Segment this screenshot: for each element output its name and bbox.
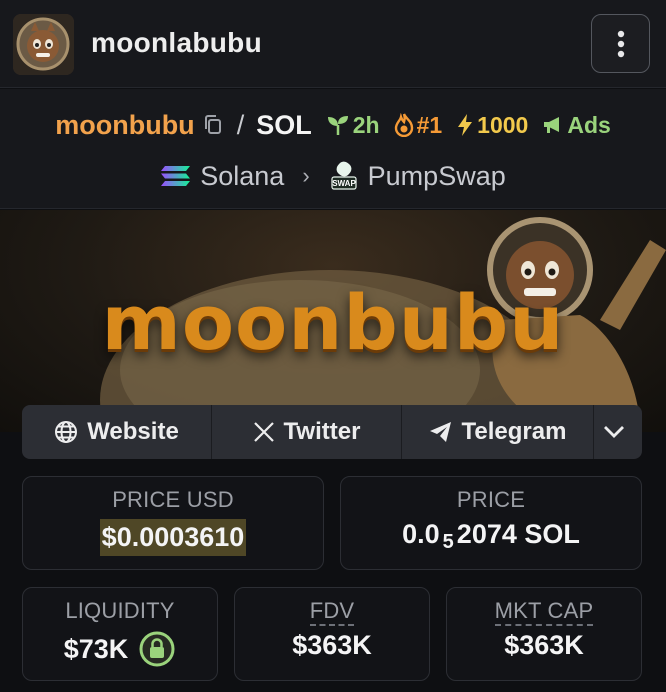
fdv-card: FDV $363K xyxy=(234,587,430,681)
price-usd-label: PRICE USD xyxy=(112,487,234,512)
price-native-label: PRICE xyxy=(456,487,526,512)
pair-age: 2h xyxy=(326,112,380,139)
more-vertical-icon xyxy=(617,30,624,57)
pumpswap-badge-text: SWAP xyxy=(332,179,356,188)
telegram-icon xyxy=(429,422,451,442)
twitter-label: Twitter xyxy=(283,418,361,445)
ads-label: Ads xyxy=(567,111,611,138)
price-native-prefix: 0.0 xyxy=(402,519,440,549)
pair-separator: / xyxy=(236,109,245,140)
social-links-bar: Website Twitter Telegram xyxy=(22,405,642,459)
more-links-button[interactable] xyxy=(594,405,642,459)
price-native-suffix: 2074 SOL xyxy=(456,519,580,549)
avatar[interactable] xyxy=(13,14,74,75)
lock-icon[interactable] xyxy=(138,630,176,668)
mkt-cap-card: MKT CAP $363K xyxy=(446,587,642,681)
copy-icon[interactable] xyxy=(203,114,223,136)
boost-count[interactable]: 1000 xyxy=(456,112,528,139)
token-banner: moonbubu xyxy=(0,210,666,432)
chevron-down-icon xyxy=(603,426,624,438)
pair-age-value: 2h xyxy=(352,111,380,138)
liquidity-value: $73K xyxy=(63,633,129,664)
chevron-right-icon: › xyxy=(302,163,310,188)
liquidity-label: LIQUIDITY xyxy=(65,598,175,623)
pumpswap-icon: SWAP xyxy=(328,161,360,191)
telegram-label: Telegram xyxy=(461,418,567,445)
chain-name[interactable]: Solana xyxy=(200,161,284,192)
flame-icon xyxy=(394,113,413,137)
twitter-button[interactable]: Twitter xyxy=(212,405,402,459)
fdv-label[interactable]: FDV xyxy=(309,598,355,626)
pair-info: moonbubu / SOL 2h #1 1000 Ads Solana › S… xyxy=(0,89,666,209)
price-usd-card: PRICE USD $0.0003610 xyxy=(22,476,324,570)
globe-icon xyxy=(55,421,78,443)
profile-header: moonlabubu xyxy=(0,0,666,88)
price-native-value: 0.0 5 2074 SOL xyxy=(341,519,641,553)
solana-icon xyxy=(160,164,192,188)
price-usd-value: $0.0003610 xyxy=(99,519,247,556)
fdv-value: $363K xyxy=(292,630,372,660)
website-button[interactable]: Website xyxy=(22,405,212,459)
dex-name[interactable]: PumpSwap xyxy=(368,161,506,192)
seedling-icon xyxy=(327,116,348,135)
telegram-button[interactable]: Telegram xyxy=(402,405,594,459)
price-native-card: PRICE 0.0 5 2074 SOL xyxy=(340,476,642,570)
trending-rank[interactable]: #1 xyxy=(394,111,443,139)
x-icon xyxy=(253,422,274,442)
bolt-icon xyxy=(458,114,473,136)
pair-title-row: moonbubu / SOL 2h #1 1000 Ads xyxy=(0,105,666,145)
trending-rank-value: #1 xyxy=(416,111,443,138)
banner-title: moonbubu xyxy=(101,278,565,367)
chain-dex-row: Solana › SWAP PumpSwap xyxy=(0,156,666,196)
quote-symbol: SOL xyxy=(256,109,312,140)
website-label: Website xyxy=(87,418,179,445)
liquidity-card: LIQUIDITY $73K xyxy=(22,587,218,681)
more-menu-button[interactable] xyxy=(591,14,650,73)
megaphone-icon xyxy=(544,117,560,133)
mkt-cap-value: $363K xyxy=(504,630,584,660)
profile-name: moonlabubu xyxy=(91,27,262,58)
token-symbol: moonbubu xyxy=(55,109,195,140)
boost-count-value: 1000 xyxy=(477,111,529,138)
ads-badge[interactable]: Ads xyxy=(542,111,611,139)
price-native-zero-count: 5 xyxy=(442,531,454,553)
mkt-cap-label[interactable]: MKT CAP xyxy=(494,598,594,626)
